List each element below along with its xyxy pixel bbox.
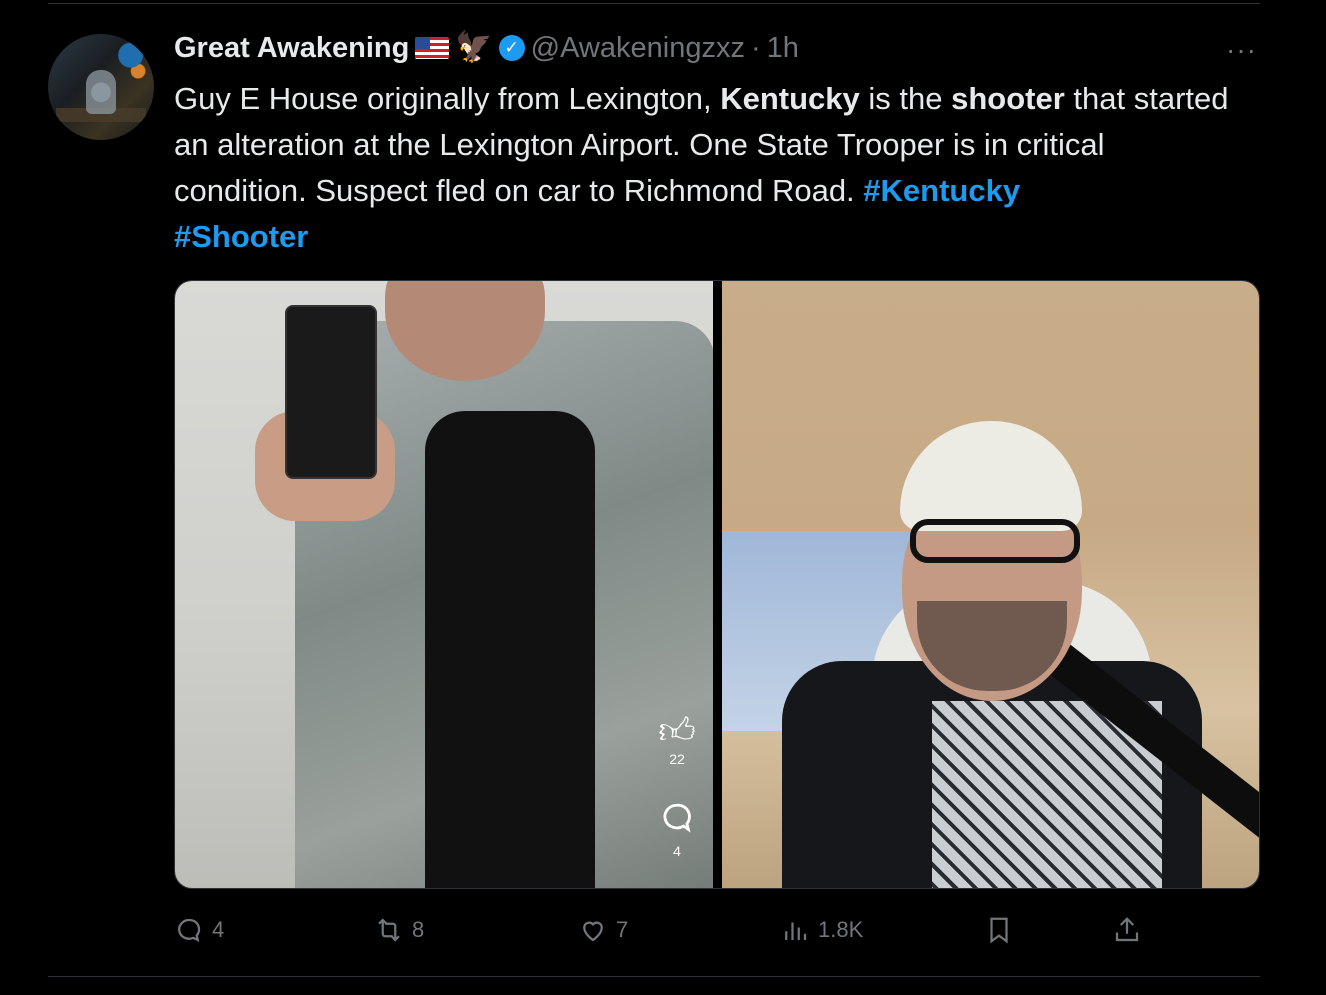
thumbs-up-icon: 👍︎ bbox=[658, 710, 696, 751]
image-shirt-shape bbox=[425, 411, 595, 888]
tweet-text-part: Guy E House originally from Lexington, bbox=[174, 81, 721, 116]
avatar[interactable] bbox=[48, 34, 154, 140]
repost-count: 8 bbox=[412, 917, 425, 942]
tweet-media[interactable]: 👍︎ 22 4 bbox=[174, 280, 1260, 889]
media-image-right[interactable] bbox=[722, 281, 1259, 888]
like-count: 7 bbox=[616, 917, 629, 942]
image-phone-shape bbox=[285, 305, 377, 479]
like-button[interactable]: 7 bbox=[578, 910, 628, 950]
author-handle[interactable]: @Awakeningzxz bbox=[531, 32, 745, 65]
repost-icon bbox=[378, 918, 400, 942]
reply-count: 4 bbox=[212, 917, 225, 942]
media-divider bbox=[713, 281, 722, 888]
hashtag-shooter[interactable]: #Shooter bbox=[174, 219, 308, 254]
tweet-time[interactable]: 1h bbox=[767, 32, 799, 65]
tweet-text: Guy E House originally from Lexington, K… bbox=[174, 76, 1244, 260]
us-flag-icon bbox=[415, 37, 450, 59]
tweet-text-part: is the bbox=[859, 81, 952, 116]
overlay-like-count: 22 bbox=[669, 751, 685, 767]
repost-button[interactable]: 8 bbox=[374, 910, 424, 950]
image-glasses-shape bbox=[910, 519, 1080, 563]
heart-icon bbox=[583, 921, 603, 942]
reply-button[interactable]: 4 bbox=[174, 910, 224, 950]
overlay-like: 👍︎ 22 bbox=[657, 710, 697, 768]
author-name[interactable]: Great Awakening bbox=[174, 32, 409, 65]
tweet-bold-kentucky: Kentucky bbox=[720, 81, 860, 116]
bookmark-icon bbox=[990, 917, 1008, 944]
overlay-comment-count: 4 bbox=[673, 843, 681, 859]
verified-badge-icon[interactable]: ✓ bbox=[498, 35, 525, 61]
views-button[interactable]: 1.8K bbox=[780, 910, 863, 950]
bookmark-button[interactable] bbox=[984, 910, 1014, 950]
eagle-icon: 🦅 bbox=[455, 31, 493, 64]
time-separator: · bbox=[750, 31, 761, 64]
more-options-icon[interactable]: ··· bbox=[1226, 34, 1257, 66]
image-cap-shape bbox=[900, 421, 1082, 531]
avatar-figure-shape bbox=[86, 70, 116, 114]
share-button[interactable] bbox=[1112, 910, 1142, 950]
tweet-bold-shooter: shooter bbox=[951, 81, 1065, 116]
share-icon bbox=[1115, 917, 1139, 942]
views-chart-icon bbox=[785, 922, 807, 940]
bottom-divider bbox=[48, 976, 1260, 977]
reply-icon bbox=[178, 918, 201, 943]
tweet-actions: 4 8 7 1.8K bbox=[174, 910, 1260, 950]
views-count: 1.8K bbox=[818, 917, 864, 942]
tweet-header: Great Awakening 🦅 ✓ @Awakeningzxz · 1h bbox=[174, 28, 799, 68]
top-divider bbox=[48, 3, 1260, 4]
hashtag-kentucky[interactable]: #Kentucky bbox=[863, 173, 1020, 208]
comment-bubble-icon bbox=[657, 801, 697, 843]
media-image-left[interactable]: 👍︎ 22 4 bbox=[175, 281, 715, 888]
overlay-comment: 4 bbox=[657, 801, 697, 859]
